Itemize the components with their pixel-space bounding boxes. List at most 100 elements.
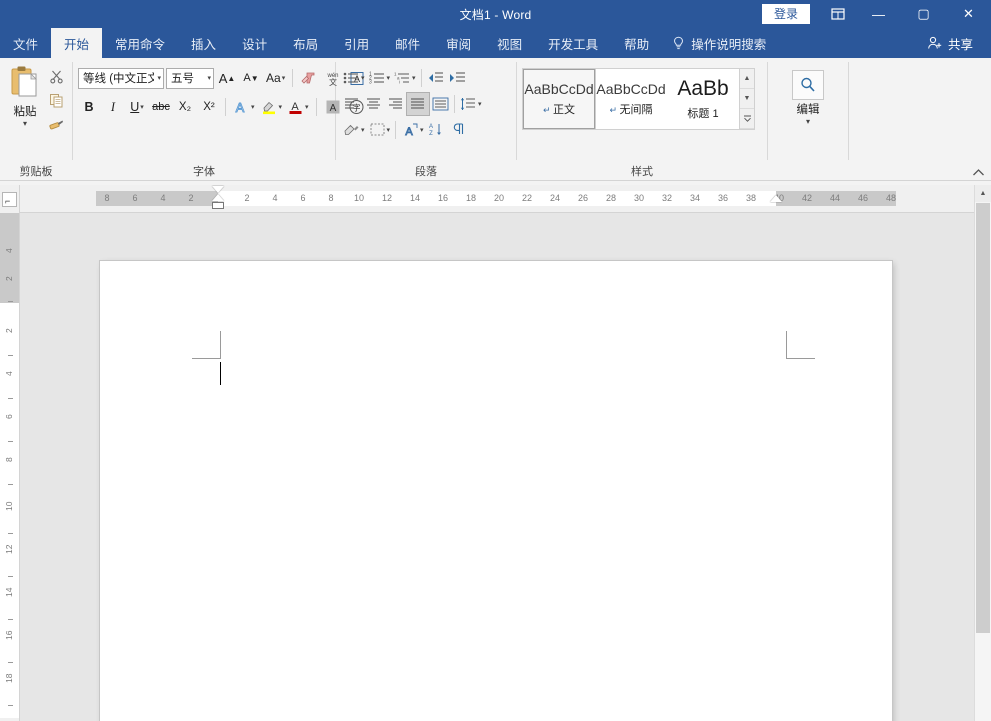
styles-more-button[interactable] xyxy=(740,109,754,129)
hruler-num: 36 xyxy=(717,193,729,203)
hanging-indent-marker[interactable] xyxy=(212,194,224,201)
underline-button[interactable]: U ▾ xyxy=(126,96,148,118)
hruler-num: 30 xyxy=(633,193,645,203)
text-highlight-icon[interactable]: ▾ xyxy=(259,96,285,118)
strikethrough-label: abc xyxy=(152,101,170,113)
justify-icon[interactable] xyxy=(406,91,430,116)
styles-scroll-down-button[interactable]: ▼ xyxy=(740,89,754,109)
tab-design[interactable]: 设计 xyxy=(229,28,280,58)
horizontal-ruler[interactable]: 8 6 4 2 2 4 6 8 10 12 14 16 18 20 22 24 … xyxy=(20,185,991,213)
paste-dropdown-caret-icon[interactable]: ▾ xyxy=(23,120,27,128)
change-case-button[interactable]: Aa ▾ xyxy=(264,67,287,89)
style-preview-no-spacing: AaBbCcDd xyxy=(596,81,666,97)
italic-label: I xyxy=(110,99,116,114)
strikethrough-button[interactable]: abc xyxy=(150,96,172,118)
vertical-ruler[interactable]: ⌐ 4 2 2 4 6 8 10 12 14 16 18 xyxy=(0,185,20,721)
tab-view[interactable]: 视图 xyxy=(484,28,535,58)
style-item-normal[interactable]: AaBbCcDd ↵ 正文 xyxy=(522,68,596,130)
cut-scissors-icon[interactable] xyxy=(45,66,67,87)
clipboard-small-buttons xyxy=(45,64,67,135)
tab-stop-selector[interactable]: ⌐ xyxy=(0,185,19,213)
shrink-font-button[interactable]: A ▼ xyxy=(240,67,262,89)
styles-scroll-up-button[interactable]: ▲ xyxy=(740,69,754,89)
superscript-label: X² xyxy=(203,101,215,113)
tab-common-commands[interactable]: 常用命令 xyxy=(102,28,178,58)
decrease-indent-icon[interactable] xyxy=(425,67,447,89)
tab-references[interactable]: 引用 xyxy=(331,28,382,58)
tab-insert[interactable]: 插入 xyxy=(178,28,229,58)
document-work-area: ⌐ 4 2 2 4 6 8 10 12 14 16 18 8 6 4 2 2 4… xyxy=(0,185,991,721)
tab-help[interactable]: 帮助 xyxy=(611,28,662,58)
scroll-up-button[interactable]: ▲ xyxy=(975,185,991,202)
title-bar-controls: 登录 — ▢ ✕ xyxy=(761,0,991,28)
hruler-num: 24 xyxy=(549,193,561,203)
italic-button[interactable]: I xyxy=(102,96,124,118)
align-right-icon[interactable] xyxy=(385,93,407,115)
document-page[interactable] xyxy=(100,261,892,721)
svg-text:3: 3 xyxy=(369,79,372,85)
sort-icon[interactable]: A Z xyxy=(426,119,448,141)
copy-icon[interactable] xyxy=(45,90,67,111)
first-line-indent-marker[interactable] xyxy=(212,186,224,193)
hruler-num: 6 xyxy=(132,193,138,203)
style-item-heading-1[interactable]: AaBb 标题 1 xyxy=(667,69,739,129)
ribbon-display-options-icon[interactable] xyxy=(820,0,856,28)
share-button[interactable]: 共享 xyxy=(921,34,979,53)
hruler-num: 2 xyxy=(188,193,194,203)
font-size-combobox[interactable]: 五号 ▾ xyxy=(166,67,214,89)
tell-me-search[interactable]: 操作说明搜索 xyxy=(662,28,776,58)
style-preview-heading-1: AaBb xyxy=(677,77,729,100)
vruler-tick xyxy=(8,576,13,577)
scrollbar-thumb[interactable] xyxy=(976,203,990,633)
group-label-styles: 样式 xyxy=(631,166,653,178)
font-row-1: 等线 (中文正文 ▾ 五号 ▾ A ▲ A ▼ Aa ▾ wén 文 A xyxy=(78,66,368,90)
document-canvas[interactable] xyxy=(20,213,974,721)
sign-in-button[interactable]: 登录 xyxy=(761,4,810,24)
editing-dropdown-caret-icon[interactable]: ▾ xyxy=(806,118,810,126)
align-center-icon[interactable] xyxy=(363,93,385,115)
lightbulb-icon xyxy=(672,36,685,51)
text-effects-icon[interactable]: A ▾ xyxy=(231,96,257,118)
hruler-num: 32 xyxy=(661,193,673,203)
show-formatting-marks-icon[interactable] xyxy=(448,119,470,141)
tab-review[interactable]: 审阅 xyxy=(433,28,484,58)
tab-developer[interactable]: 开发工具 xyxy=(535,28,611,58)
paste-label: 粘贴 xyxy=(13,106,37,118)
grow-font-button[interactable]: A ▲ xyxy=(216,67,238,89)
tab-mailings[interactable]: 邮件 xyxy=(382,28,433,58)
paste-button[interactable]: 粘贴 ▾ xyxy=(5,64,45,128)
vruler-num: 4 xyxy=(4,248,14,253)
bold-button[interactable]: B xyxy=(78,96,100,118)
subscript-label: X₂ xyxy=(178,101,192,113)
minimize-button[interactable]: — xyxy=(856,0,901,28)
superscript-button[interactable]: X² xyxy=(198,96,220,118)
collapse-ribbon-chevron-icon[interactable] xyxy=(972,168,985,177)
right-indent-marker[interactable] xyxy=(770,195,782,202)
close-button[interactable]: ✕ xyxy=(946,0,991,28)
asian-layout-icon[interactable]: A ▾ xyxy=(399,119,426,141)
tab-file[interactable]: 文件 xyxy=(0,28,51,58)
format-painter-icon[interactable] xyxy=(45,114,67,135)
align-left-icon[interactable] xyxy=(341,93,363,115)
styles-gallery: AaBbCcDd ↵ 正文 AaBbCcDd ↵ 无间隔 AaBb 标题 1 ▲… xyxy=(522,68,755,130)
numbered-list-icon[interactable]: 1 2 3 ▾ xyxy=(367,67,393,89)
borders-icon[interactable]: ▾ xyxy=(367,119,393,141)
hruler-num: 10 xyxy=(353,193,365,203)
editing-button[interactable]: 编辑 ▾ xyxy=(783,70,833,126)
shading-icon[interactable]: ▾ xyxy=(341,119,367,141)
style-item-no-spacing[interactable]: AaBbCcDd ↵ 无间隔 xyxy=(595,69,667,129)
subscript-button[interactable]: X₂ xyxy=(174,96,196,118)
bullet-list-icon[interactable]: ▾ xyxy=(341,67,367,89)
font-color-icon[interactable]: A ▾ xyxy=(286,96,311,118)
tab-layout[interactable]: 布局 xyxy=(280,28,331,58)
multilevel-list-icon[interactable]: 1 a i ▾ xyxy=(392,67,418,89)
tab-home[interactable]: 开始 xyxy=(51,28,103,58)
clear-formatting-icon[interactable] xyxy=(298,67,320,89)
distribute-icon[interactable] xyxy=(429,93,451,115)
font-name-combobox[interactable]: 等线 (中文正文 ▾ xyxy=(78,67,164,89)
line-spacing-icon[interactable]: ▾ xyxy=(458,93,484,115)
vertical-scrollbar[interactable]: ▲ xyxy=(974,185,991,721)
maximize-button[interactable]: ▢ xyxy=(901,0,946,28)
left-indent-marker[interactable] xyxy=(212,202,224,209)
increase-indent-icon[interactable] xyxy=(447,67,469,89)
